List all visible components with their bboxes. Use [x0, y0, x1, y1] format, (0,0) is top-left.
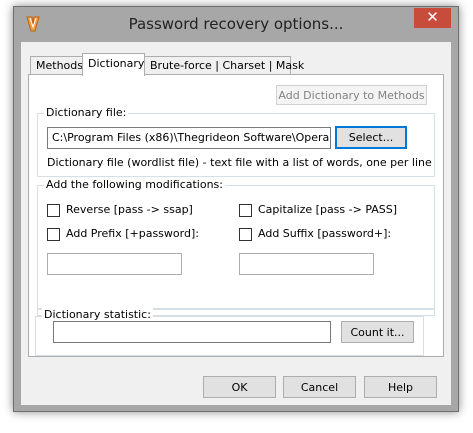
- reverse-checkbox-box[interactable]: [47, 204, 60, 217]
- add-prefix-checkbox-box[interactable]: [47, 228, 60, 241]
- prefix-input[interactable]: [47, 253, 182, 275]
- select-dictionary-button[interactable]: Select...: [335, 126, 407, 149]
- dictionary-file-description: Dictionary file (wordlist file) - text f…: [47, 156, 432, 169]
- add-suffix-checkbox-box[interactable]: [239, 228, 252, 241]
- ok-button[interactable]: OK: [203, 376, 276, 398]
- dictionary-statistic-legend: Dictionary statistic:: [42, 308, 153, 321]
- tab-brute-force-label: Brute-force | Charset | Mask: [150, 59, 305, 72]
- dictionary-statistic-field[interactable]: [53, 321, 331, 343]
- capitalize-checkbox[interactable]: Capitalize [pass -> PASS]: [239, 203, 409, 219]
- title-bar[interactable]: Password recovery options... ✕: [14, 7, 458, 42]
- close-icon: ✕: [426, 8, 439, 26]
- add-prefix-checkbox[interactable]: Add Prefix [+password]:: [47, 227, 217, 243]
- capitalize-checkbox-label: Capitalize [pass -> PASS]: [258, 203, 398, 216]
- dictionary-statistic-group: Dictionary statistic: Count it...: [35, 308, 424, 356]
- add-suffix-checkbox[interactable]: Add Suffix [password+]:: [239, 227, 409, 243]
- add-dictionary-to-methods-button[interactable]: Add Dictionary to Methods: [276, 85, 427, 105]
- modifications-legend: Add the following modifications:: [44, 178, 225, 191]
- tab-dictionary-label: Dictionary: [88, 57, 145, 70]
- tab-brute-force-charset-mask[interactable]: Brute-force | Charset | Mask: [144, 56, 304, 75]
- dictionary-path-field[interactable]: C:\Program Files (x86)\Thegrideon Softwa…: [47, 127, 331, 149]
- tab-methods-label: Methods: [36, 59, 83, 72]
- reverse-checkbox[interactable]: Reverse [pass -> ssap]: [47, 203, 217, 219]
- cancel-button[interactable]: Cancel: [283, 376, 356, 398]
- tab-dictionary[interactable]: Dictionary: [82, 53, 145, 76]
- window-title: Password recovery options...: [128, 15, 344, 33]
- modifications-group: Add the following modifications: Reverse…: [37, 178, 435, 316]
- add-prefix-checkbox-label: Add Prefix [+password]:: [66, 227, 199, 240]
- add-suffix-checkbox-label: Add Suffix [password+]:: [258, 227, 392, 240]
- help-button[interactable]: Help: [364, 376, 437, 398]
- suffix-input[interactable]: [239, 253, 374, 275]
- dictionary-file-legend: Dictionary file:: [44, 106, 129, 119]
- capitalize-checkbox-box[interactable]: [239, 204, 252, 217]
- count-it-button[interactable]: Count it...: [341, 321, 414, 343]
- dictionary-file-group: Dictionary file: C:\Program Files (x86)\…: [37, 106, 435, 177]
- reverse-checkbox-label: Reverse [pass -> ssap]: [66, 203, 193, 216]
- tab-methods[interactable]: Methods: [30, 56, 83, 75]
- close-button[interactable]: ✕: [414, 8, 451, 28]
